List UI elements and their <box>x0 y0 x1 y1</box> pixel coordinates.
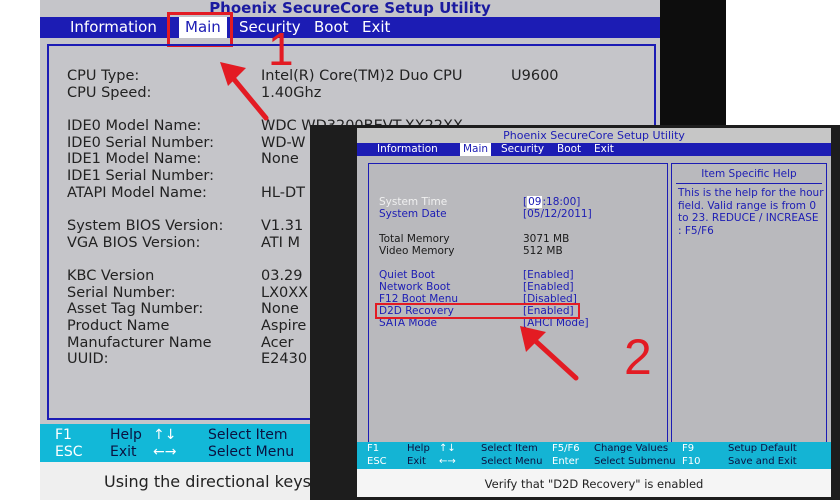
bios-title: Phoenix SecureCore Setup Utility <box>357 128 831 143</box>
select-menu-label: Select Menu <box>208 444 295 460</box>
select-menu-label: Select Menu <box>481 456 543 467</box>
updown-arrows-icon: ↑↓ <box>439 443 456 454</box>
help-label: Help <box>110 427 142 443</box>
info-value: ATI M <box>261 235 301 251</box>
key-f9: F9 <box>682 443 695 454</box>
system-time-value[interactable]: [09:18:00] <box>523 196 580 208</box>
change-values-label: Change Values <box>594 443 669 454</box>
info-label: UUID: <box>67 351 109 367</box>
help-title: Item Specific Help <box>701 168 797 180</box>
info-label: CPU Speed: <box>67 85 152 101</box>
red-arrow-icon <box>220 62 269 121</box>
d2d-recovery-highlight <box>375 303 580 319</box>
info-label: System BIOS Version: <box>67 218 224 234</box>
key-f1: F1 <box>55 427 72 443</box>
info-value: 03.29 <box>261 268 303 284</box>
select-item-label: Select Item <box>208 427 288 443</box>
tab-information[interactable]: Information <box>70 17 157 38</box>
help-panel: Item Specific Help This is the help for … <box>671 163 827 457</box>
info-label: IDE1 Serial Number: <box>67 168 214 184</box>
tab-boot[interactable]: Boot <box>557 143 581 156</box>
video-memory-value: 512 MB <box>523 245 563 257</box>
exit-label: Exit <box>407 456 426 467</box>
total-memory-value: 3071 MB <box>523 233 570 245</box>
info-value: None <box>261 151 299 167</box>
key-esc: ESC <box>367 456 387 467</box>
info-value: None <box>261 301 299 317</box>
info-value: WD-W <box>261 135 306 151</box>
info-label: Product Name <box>67 318 170 334</box>
updown-arrows-icon: ↑↓ <box>153 427 177 443</box>
exit-label: Exit <box>110 444 137 460</box>
bios-footer: F1 Help ↑↓ Select Item F5/F6 Change Valu… <box>357 442 831 469</box>
info-value: U9600 <box>511 68 559 84</box>
step-number-2: 2 <box>624 329 652 385</box>
instruction-text: Using the directional keys Rig <box>104 472 342 491</box>
bios-title: Phoenix SecureCore Setup Utility <box>40 0 660 17</box>
video-memory-label: Video Memory <box>379 245 455 257</box>
bios-menu-bar: Information Main Security Boot Exit <box>40 17 660 38</box>
info-label: ATAPI Model Name: <box>67 185 207 201</box>
leftright-arrows-icon: ←→ <box>153 444 177 460</box>
main-tab-highlight <box>167 12 233 47</box>
info-label: Manufacturer Name <box>67 335 212 351</box>
network-boot-label[interactable]: Network Boot <box>379 281 450 293</box>
select-item-label: Select Item <box>481 443 538 454</box>
leftright-arrows-icon: ←→ <box>439 456 456 467</box>
info-value: HL-DT <box>261 185 305 201</box>
info-label: CPU Type: <box>67 68 140 84</box>
info-label: Serial Number: <box>67 285 176 301</box>
instruction-text: Verify that "D2D Recovery" is enabled <box>484 477 704 491</box>
save-and-exit-label: Save and Exit <box>728 456 797 467</box>
setup-default-label: Setup Default <box>728 443 797 454</box>
info-value: Acer <box>261 335 294 351</box>
time-cursor[interactable]: 09 <box>527 196 543 208</box>
network-boot-value[interactable]: [Enabled] <box>523 281 574 293</box>
tab-exit[interactable]: Exit <box>362 17 390 38</box>
bios-menu-bar: Information Main Security Boot Exit <box>357 143 831 156</box>
instruction-bar: Verify that "D2D Recovery" is enabled <box>357 469 831 497</box>
info-label: KBC Version <box>67 268 155 284</box>
key-f10: F10 <box>682 456 701 467</box>
key-f1: F1 <box>367 443 380 454</box>
info-value: E2430 <box>261 351 308 367</box>
quiet-boot-value[interactable]: [Enabled] <box>523 269 574 281</box>
info-label: Asset Tag Number: <box>67 301 204 317</box>
select-submenu-label: Select Submenu <box>594 456 676 467</box>
key-f5f6: F5/F6 <box>552 443 580 454</box>
tab-main[interactable]: Main <box>460 143 492 156</box>
key-esc: ESC <box>55 444 83 460</box>
system-date-value[interactable]: [05/12/2011] <box>523 208 592 220</box>
info-label: IDE0 Model Name: <box>67 118 202 134</box>
info-value: V1.31 <box>261 218 304 234</box>
key-enter: Enter <box>552 456 579 467</box>
info-value: LX0XX <box>261 285 309 301</box>
system-time-label[interactable]: System Time <box>379 196 447 208</box>
help-label: Help <box>407 443 430 454</box>
tab-security[interactable]: Security <box>501 143 544 156</box>
system-date-label[interactable]: System Date <box>379 208 447 220</box>
red-arrow-icon <box>520 326 579 381</box>
divider <box>676 183 822 184</box>
total-memory-label: Total Memory <box>379 233 450 245</box>
quiet-boot-label[interactable]: Quiet Boot <box>379 269 435 281</box>
info-label: VGA BIOS Version: <box>67 235 201 251</box>
info-label: IDE1 Model Name: <box>67 151 202 167</box>
tab-information[interactable]: Information <box>377 143 438 156</box>
tab-boot[interactable]: Boot <box>314 17 349 38</box>
help-text: This is the help for the hour field. Val… <box>678 187 824 237</box>
tab-exit[interactable]: Exit <box>594 143 614 156</box>
info-label: IDE0 Serial Number: <box>67 135 214 151</box>
info-value: Aspire <box>261 318 307 334</box>
system-time-rest: :18:00] <box>542 196 581 208</box>
bios-screen-foreground: Phoenix SecureCore Setup Utility Informa… <box>310 125 840 500</box>
